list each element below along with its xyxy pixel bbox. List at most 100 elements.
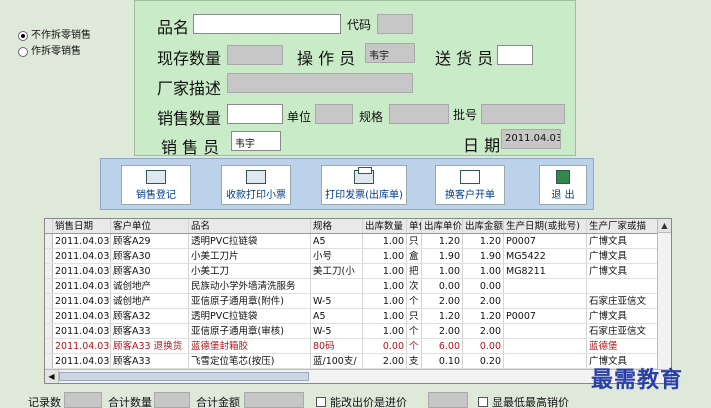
allow-modify-price-checkbox[interactable]	[316, 397, 326, 407]
table-cell: 民族动小学外墙清洗服务	[189, 279, 311, 293]
col-customer[interactable]: 客户单位	[111, 219, 189, 233]
table-cell: P0007	[504, 234, 587, 248]
table-cell	[504, 354, 587, 368]
table-cell	[587, 279, 663, 293]
row-selector[interactable]	[45, 339, 53, 353]
operator-label: 操 作 员	[297, 49, 356, 68]
change-customer-button[interactable]: 换客户开单	[435, 165, 505, 205]
col-spec[interactable]: 规格	[311, 219, 363, 233]
table-cell: 石家庄亚信文	[587, 294, 663, 308]
print-invoice-button[interactable]: 打印发票(出库单)	[321, 165, 407, 205]
row-selector[interactable]	[45, 234, 53, 248]
product-name-label: 品名	[157, 18, 190, 37]
spec-field	[389, 104, 449, 124]
table-cell: 美工刀(小	[311, 264, 363, 278]
batch-field	[481, 104, 565, 124]
table-cell: 1.20	[463, 309, 504, 323]
table-cell: 透明PVC拉链袋	[189, 234, 311, 248]
col-sale-date[interactable]: 销售日期	[53, 219, 111, 233]
table-row[interactable]: 2011.04.03 顾客A33 亚信原子通用章(审核) W-5 1.00 个 2.00 2.…	[45, 324, 671, 339]
record-count-field	[64, 392, 102, 408]
col-amount[interactable]: 出库金额	[463, 219, 504, 233]
table-cell: 盒	[407, 249, 422, 263]
register-icon	[146, 169, 166, 184]
exit-label: 退 出	[551, 189, 575, 201]
table-cell: W-5	[311, 294, 363, 308]
table-cell: 1.20	[422, 309, 463, 323]
show-min-price-checkbox[interactable]	[478, 397, 488, 407]
product-name-input[interactable]	[193, 14, 341, 34]
table-cell: 飞雪定位笔芯(按压)	[189, 354, 311, 368]
stock-label: 现存数量	[157, 49, 222, 68]
vertical-scrollbar[interactable]: ▲	[657, 219, 671, 371]
table-cell: 80码	[311, 339, 363, 353]
print-receipt-button[interactable]: 收款打印小票	[221, 165, 291, 205]
scroll-left-icon[interactable]: ◀	[45, 370, 59, 383]
table-cell: 1.00	[363, 324, 407, 338]
row-selector[interactable]	[45, 279, 53, 293]
col-unit[interactable]: 单位	[407, 219, 422, 233]
table-cell: 1.20	[422, 234, 463, 248]
delivery-label: 送 货 员	[435, 49, 494, 68]
col-product[interactable]: 品名	[189, 219, 311, 233]
col-out-qty[interactable]: 出库数量	[363, 219, 407, 233]
radio-split[interactable]	[18, 47, 28, 57]
radio-no-split[interactable]	[18, 31, 28, 41]
table-row[interactable]: 2011.04.03 顾客A30 小美工刀 美工刀(小 1.00 把 1.00 1.00 MG8…	[45, 264, 671, 279]
col-unit-price[interactable]: 出库单价	[422, 219, 463, 233]
table-row[interactable]: 2011.04.03 顾客A32 透明PVC拉链袋 A5 1.00 只 1.20 1.20 P0…	[45, 309, 671, 324]
code-field	[377, 14, 413, 34]
mode-split[interactable]: 作拆零销售	[18, 44, 104, 60]
table-cell: 1.00	[363, 249, 407, 263]
table-cell: 诚创地产	[111, 279, 189, 293]
table-cell: 顾客A30	[111, 264, 189, 278]
table-row[interactable]: 2011.04.03 顾客A29 透明PVC拉链袋 A5 1.00 只 1.20 1.20 P0…	[45, 234, 671, 249]
row-selector[interactable]	[45, 264, 53, 278]
seller-label: 销 售 员	[161, 138, 220, 157]
col-prod-date[interactable]: 生产日期(或批号)	[504, 219, 587, 233]
printer-icon	[354, 166, 374, 184]
table-cell	[311, 279, 363, 293]
row-selector[interactable]	[45, 324, 53, 338]
table-cell: 亚信原子通用章(审核)	[189, 324, 311, 338]
document-icon	[460, 169, 480, 184]
horizontal-scroll-thumb[interactable]	[59, 372, 309, 381]
register-sale-button[interactable]: 销售登记	[121, 165, 191, 205]
table-cell: 1.20	[463, 234, 504, 248]
row-selector[interactable]	[45, 249, 53, 263]
unit-field	[315, 104, 353, 124]
date-label: 日 期	[463, 136, 501, 155]
table-cell	[504, 294, 587, 308]
row-selector[interactable]	[45, 309, 53, 323]
table-cell: 0.10	[422, 354, 463, 368]
table-cell: 顾客A32	[111, 309, 189, 323]
horizontal-scrollbar[interactable]: ◀	[45, 369, 671, 383]
table-cell: 顾客A33	[111, 354, 189, 368]
seller-input[interactable]: 韦宇	[231, 131, 281, 151]
table-row[interactable]: 2011.04.03 顾客A33 飞雪定位笔芯(按压) 蓝/100支/2.00 支 0.1…	[45, 354, 671, 369]
sales-grid: 销售日期 客户单位 品名 规格 出库数量 单位 出库单价 出库金额 生产日期(或…	[44, 218, 672, 384]
table-cell: 6.00	[422, 339, 463, 353]
delivery-input[interactable]	[497, 45, 533, 65]
exit-button[interactable]: 退 出	[539, 165, 587, 205]
table-cell: 2.00	[363, 354, 407, 368]
spec-label: 规格	[359, 110, 384, 124]
qty-input[interactable]	[227, 104, 283, 124]
table-row[interactable]: 2011.04.03 顾客A30 小美工刀片 小号 1.00 盒 1.90 1.90 MG542…	[45, 249, 671, 264]
scroll-up-icon[interactable]: ▲	[658, 219, 671, 233]
row-selector[interactable]	[45, 294, 53, 308]
table-cell: MG8211	[504, 264, 587, 278]
change-customer-label: 换客户开单	[445, 189, 495, 201]
col-maker[interactable]: 生产厂家或描	[587, 219, 663, 233]
row-selector[interactable]	[45, 354, 53, 368]
table-row[interactable]: 2011.04.03 诚创地产 亚信原子通用章(附件) W-5 1.00 个 2.00 2.0…	[45, 294, 671, 309]
table-row[interactable]: 2011.04.03 顾客A33 退换货 蓝德堡封箱胶 80码 0.00 个 6.00 0.0…	[45, 339, 671, 354]
table-cell	[504, 339, 587, 353]
mode-no-split[interactable]: 不作拆零销售	[18, 28, 104, 44]
table-cell: 顾客A29	[111, 234, 189, 248]
table-cell: 1.00	[422, 264, 463, 278]
batch-label: 批号	[453, 108, 478, 122]
table-cell: P0007	[504, 309, 587, 323]
table-row[interactable]: 2011.04.03 诚创地产 民族动小学外墙清洗服务 1.00 次 0.00 0.00	[45, 279, 671, 294]
table-cell: 2.00	[463, 294, 504, 308]
